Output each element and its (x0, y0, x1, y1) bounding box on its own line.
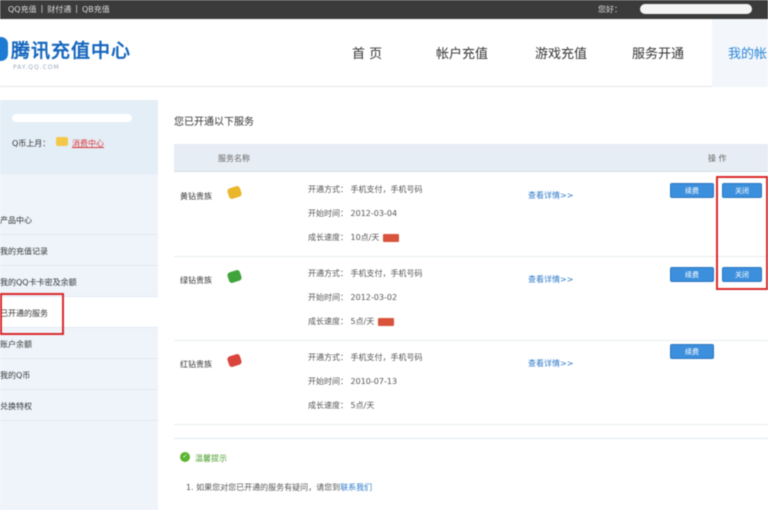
account-info-blurred (12, 114, 132, 122)
service-growth-speed: 成长速度： 10点/天 (308, 232, 400, 243)
column-header-operation: 操 作 (708, 154, 727, 163)
service-growth-speed: 成长速度： 5点/天 (308, 316, 395, 327)
sidebar-item-recharge-records[interactable]: 我的充值记录 (0, 235, 158, 266)
logo-title: 腾讯充值中心 (11, 40, 132, 62)
service-name: 黄钻贵族 (180, 192, 212, 201)
top-link-qq[interactable]: QQ充值 (8, 4, 37, 15)
logo-subtitle: PAY.QQ.COM (13, 64, 60, 71)
nav-service-open[interactable]: 服务开通 (632, 43, 684, 62)
top-link-separator: | (75, 4, 78, 13)
top-link-tenpay[interactable]: 财付通 (47, 4, 71, 15)
renew-button[interactable]: 续费 (670, 183, 714, 198)
highlight-box-sidebar (0, 293, 64, 335)
coin-icon (56, 137, 68, 146)
service-growth-speed: 成长速度： 5点/天 (308, 401, 375, 410)
view-details-link[interactable]: 查看详情>> (528, 190, 573, 201)
growth-speed-text: 成长速度： 5点/天 (308, 317, 375, 326)
nav-home[interactable]: 首 页 (352, 43, 382, 62)
balance-label: Q币上月： (12, 139, 51, 148)
service-mode: 开通方式： 手机支付，手机号码 (308, 185, 423, 194)
tips-title: 温馨提示 (195, 454, 227, 463)
sidebar-item-products[interactable]: 产品中心 (0, 204, 158, 235)
service-name: 绿钻贵族 (180, 276, 212, 285)
consume-center-link[interactable]: 消费中心 (72, 138, 104, 149)
highlight-box-close-buttons (716, 176, 768, 290)
growth-speed-text: 成长速度： 10点/天 (308, 233, 380, 242)
level-icon (383, 233, 400, 242)
contact-us-link[interactable]: 联系我们 (340, 483, 372, 492)
red-diamond-icon (226, 353, 243, 368)
user-greeting: 您好： (598, 5, 622, 14)
divider (174, 438, 768, 439)
table-row: 黄钻贵族 开通方式： 手机支付，手机号码 开始时间： 2012-03-04 成长… (174, 173, 768, 257)
sidebar-user-panel: Q币上月： 消费中心 (0, 100, 158, 174)
nav-account-recharge[interactable]: 帐户充值 (436, 43, 488, 62)
table-header: 服务名称 操 作 (174, 144, 768, 172)
user-name-blurred (640, 4, 752, 14)
tips-icon: ✓ (180, 452, 190, 462)
renew-button[interactable]: 续费 (670, 344, 714, 359)
logo-mark-icon (0, 37, 8, 61)
top-link-separator: | (40, 4, 44, 13)
green-diamond-icon (226, 269, 243, 284)
level-icon (378, 317, 395, 326)
column-header-name: 服务名称 (218, 154, 250, 163)
view-details-link[interactable]: 查看详情>> (528, 358, 573, 369)
service-start-date: 开始时间： 2012-03-02 (308, 293, 398, 302)
main-content: 您已开通以下服务 服务名称 操 作 黄钻贵族 开通方式： 手机支付，手机号码 开… (158, 100, 768, 510)
logo[interactable]: 腾讯充值中心 PAY.QQ.COM (0, 33, 150, 77)
yellow-diamond-icon (226, 185, 243, 200)
top-links: QQ充值 | 财付通 | QB充值 (8, 4, 110, 15)
header: 腾讯充值中心 PAY.QQ.COM 首 页 帐户充值 游戏充值 服务开通 我的帐 (0, 19, 768, 87)
renew-button[interactable]: 续费 (670, 267, 714, 282)
top-link-qb[interactable]: QB充值 (82, 4, 110, 15)
table-row: 红钻贵族 开通方式： 手机支付，手机号码 开始时间： 2010-07-13 成长… (174, 341, 768, 425)
top-bar: QQ充值 | 财付通 | QB充值 您好： (0, 0, 768, 19)
nav-my-account[interactable]: 我的帐 (728, 43, 767, 62)
sidebar-item-privileges[interactable]: 兑换特权 (0, 390, 158, 421)
sidebar-item-my-qb[interactable]: 我的Q币 (0, 359, 158, 390)
service-start-date: 开始时间： 2010-07-13 (308, 377, 398, 386)
view-details-link[interactable]: 查看详情>> (528, 274, 573, 285)
service-start-date: 开始时间： 2012-03-04 (308, 209, 398, 218)
service-mode: 开通方式： 手机支付，手机号码 (308, 269, 423, 278)
nav-game-recharge[interactable]: 游戏充值 (535, 43, 587, 62)
tips-body: 1. 如果您对您已开通的服务有疑问，请您到 (186, 483, 341, 492)
page-title: 您已开通以下服务 (174, 117, 254, 128)
table-row: 绿钻贵族 开通方式： 手机支付，手机号码 开始时间： 2012-03-02 成长… (174, 257, 768, 341)
tips-text: 1. 如果您对您已开通的服务有疑问，请您到联系我们 (186, 482, 372, 493)
service-mode: 开通方式： 手机支付，手机号码 (308, 353, 423, 362)
service-name: 红钻贵族 (180, 360, 212, 369)
